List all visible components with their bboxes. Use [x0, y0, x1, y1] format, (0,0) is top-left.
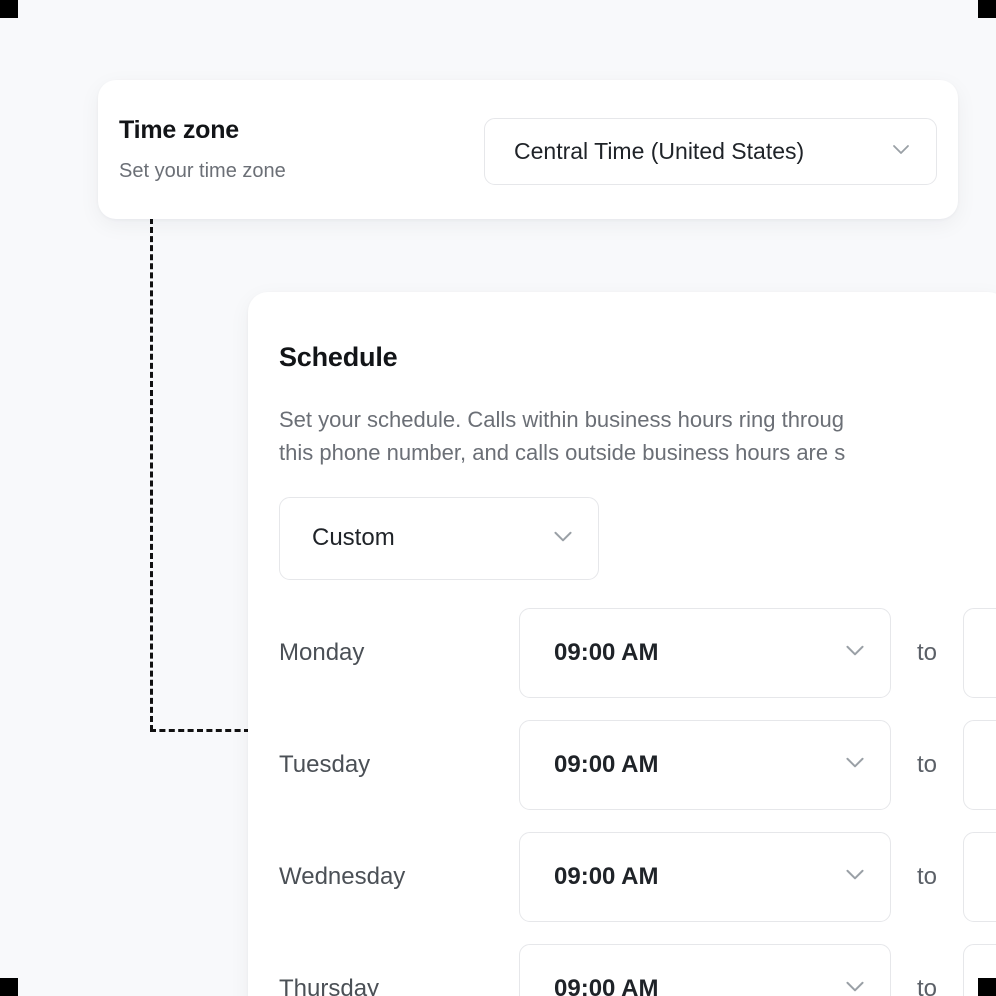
schedule-day-row: Wednesday 09:00 AM to 05:00 PM	[279, 832, 996, 922]
day-label: Tuesday	[279, 753, 519, 777]
day-start-time-value: 09:00 AM	[554, 751, 658, 779]
schedule-day-row: Tuesday 09:00 AM to 05:00 PM	[279, 720, 996, 810]
chevron-down-icon	[889, 137, 913, 166]
day-start-time-value: 09:00 AM	[554, 863, 658, 891]
day-end-time-select[interactable]: 05:00 PM	[963, 608, 996, 698]
chevron-down-icon	[550, 523, 576, 554]
day-start-time-value: 09:00 AM	[554, 975, 658, 996]
time-range-separator-label: to	[917, 751, 937, 779]
day-start-time-select[interactable]: 09:00 AM	[519, 608, 891, 698]
day-label: Monday	[279, 641, 519, 665]
time-range-separator-label: to	[917, 863, 937, 891]
schedule-card: Schedule Set your schedule. Calls within…	[248, 292, 996, 996]
day-label: Wednesday	[279, 865, 519, 889]
day-start-time-select[interactable]: 09:00 AM	[519, 832, 891, 922]
corner-mark-bottom-left	[0, 978, 18, 996]
day-end-time-select[interactable]: 05:00 PM	[963, 720, 996, 810]
schedule-preset-value: Custom	[312, 524, 395, 552]
time-range-separator-label: to	[917, 639, 937, 667]
timezone-select[interactable]: Central Time (United States)	[484, 118, 937, 185]
chevron-down-icon	[842, 973, 868, 996]
schedule-day-rows: Monday 09:00 AM to 05:00 PM	[279, 608, 996, 996]
timezone-subtitle: Set your time zone	[119, 160, 286, 182]
schedule-title: Schedule	[279, 343, 996, 373]
schedule-day-row: Thursday 09:00 AM to 05:00 PM	[279, 944, 996, 996]
time-range-separator-label: to	[917, 975, 937, 996]
timezone-select-value: Central Time (United States)	[514, 138, 804, 165]
schedule-description: Set your schedule. Calls within business…	[279, 403, 996, 470]
dashed-guide-vertical	[150, 218, 153, 731]
dashed-guide-horizontal	[150, 729, 250, 732]
corner-mark-bottom-right	[978, 978, 996, 996]
corner-mark-top-left	[0, 0, 18, 18]
chevron-down-icon	[842, 861, 868, 892]
day-label: Thursday	[279, 977, 519, 996]
day-end-time-select[interactable]: 05:00 PM	[963, 832, 996, 922]
schedule-preset-select[interactable]: Custom	[279, 497, 599, 580]
chevron-down-icon	[842, 749, 868, 780]
day-start-time-select[interactable]: 09:00 AM	[519, 720, 891, 810]
corner-mark-top-right	[978, 0, 996, 18]
day-start-time-select[interactable]: 09:00 AM	[519, 944, 891, 996]
timezone-text-block: Time zone Set your time zone	[119, 117, 286, 182]
day-start-time-value: 09:00 AM	[554, 639, 658, 667]
schedule-day-row: Monday 09:00 AM to 05:00 PM	[279, 608, 996, 698]
timezone-title: Time zone	[119, 117, 286, 145]
chevron-down-icon	[842, 637, 868, 668]
timezone-card: Time zone Set your time zone Central Tim…	[98, 80, 958, 219]
